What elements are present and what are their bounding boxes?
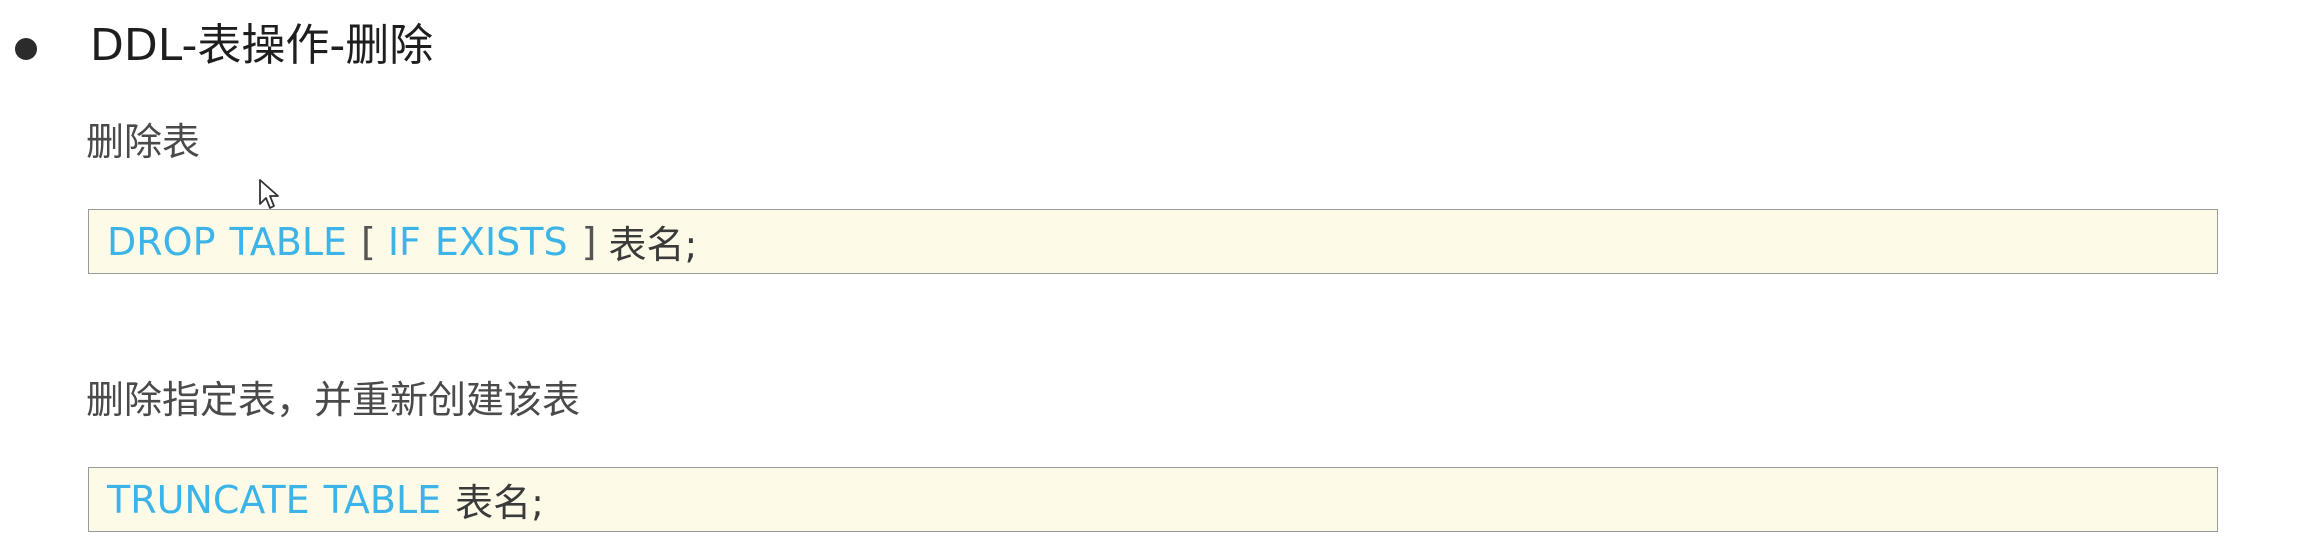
truncate-table-label: 删除指定表，并重新创建该表 (86, 378, 581, 422)
page-title: DDL-表操作-删除 (90, 20, 434, 71)
code-keyword-table: TABLE (229, 219, 348, 264)
drop-table-code-block: DROP TABLE [ IF EXISTS ] 表名; (88, 209, 2218, 274)
code-keyword-truncate: TRUNCATE (107, 477, 310, 522)
code-open-bracket: [ (361, 219, 376, 264)
code-table-name: 表名; (455, 481, 544, 525)
bullet-icon (15, 38, 37, 60)
truncate-table-code-block: TRUNCATE TABLE 表名; (88, 467, 2218, 532)
code-keyword-drop: DROP (107, 219, 216, 264)
code-keyword-table: TABLE (323, 477, 442, 522)
drop-table-label: 删除表 (86, 120, 201, 164)
code-keyword-exists: EXISTS (434, 219, 568, 264)
code-close-bracket: ] (581, 219, 597, 264)
mouse-cursor-icon (259, 179, 279, 209)
code-table-name: 表名; (608, 223, 698, 267)
code-keyword-if: IF (387, 219, 421, 264)
